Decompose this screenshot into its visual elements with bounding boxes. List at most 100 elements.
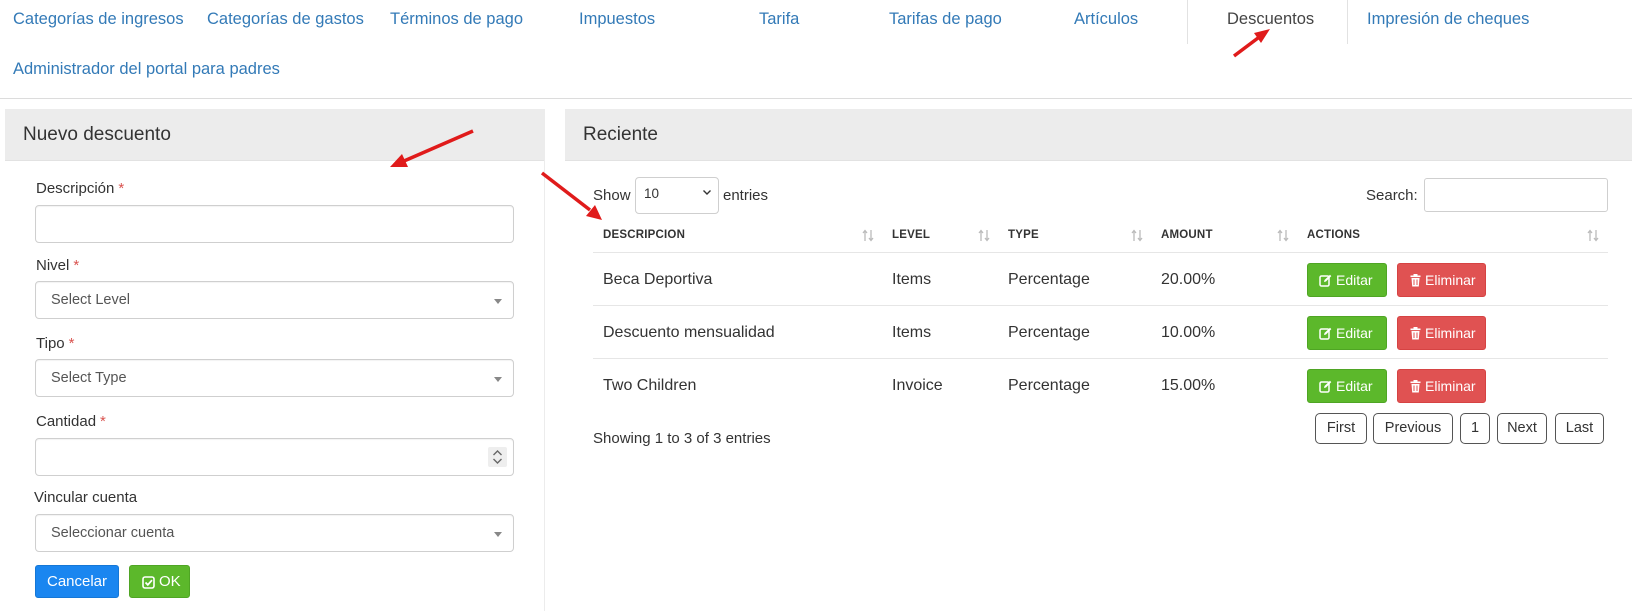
delete-button[interactable]: Eliminar xyxy=(1397,316,1486,350)
column-header-actions[interactable]: ACTIONS xyxy=(1307,229,1360,241)
sort-icon[interactable] xyxy=(1131,229,1143,242)
account-select-value: Seleccionar cuenta xyxy=(51,525,175,541)
trash-icon xyxy=(1410,380,1421,393)
type-label-text: Tipo xyxy=(36,335,65,352)
edit-icon xyxy=(1319,274,1332,287)
cell-amount: 10.00% xyxy=(1161,324,1216,341)
search-input[interactable] xyxy=(1424,178,1608,212)
tab-terminos-pago[interactable]: Términos de pago xyxy=(390,10,523,29)
edit-label: Editar xyxy=(1336,378,1373,394)
type-select-value: Select Type xyxy=(51,370,127,386)
sort-icon[interactable] xyxy=(978,229,990,242)
amount-input[interactable] xyxy=(35,438,514,476)
pagination-page-1[interactable]: 1 xyxy=(1460,413,1490,444)
cell-descripcion: Descuento mensualidad xyxy=(603,324,775,341)
cell-amount: 20.00% xyxy=(1161,271,1216,288)
entries-length-select[interactable]: 10 xyxy=(635,177,719,214)
search-label: Search: xyxy=(1366,187,1418,204)
recent-title: Reciente xyxy=(565,109,1632,161)
trash-icon xyxy=(1410,327,1421,340)
amount-label-text: Cantidad xyxy=(36,413,97,430)
cell-type: Percentage xyxy=(1008,377,1090,394)
required-mark: * xyxy=(73,257,80,274)
trash-icon xyxy=(1410,274,1421,287)
level-label-text: Nivel xyxy=(36,257,70,274)
cell-descripcion: Beca Deportiva xyxy=(603,271,713,288)
edit-button[interactable]: Editar xyxy=(1307,369,1387,403)
new-discount-title: Nuevo descuento xyxy=(5,109,544,161)
entries-length-value: 10 xyxy=(644,186,660,201)
cell-level: Invoice xyxy=(892,377,943,394)
required-mark: * xyxy=(68,335,75,352)
cell-descripcion: Two Children xyxy=(603,377,697,394)
caret-down-icon xyxy=(494,377,502,382)
delete-label: Eliminar xyxy=(1425,272,1476,288)
tab-impuestos[interactable]: Impuestos xyxy=(579,10,655,29)
tab-tarifas-pago[interactable]: Tarifas de pago xyxy=(889,10,1002,29)
tab-articulos[interactable]: Artículos xyxy=(1074,10,1138,29)
ok-label: OK xyxy=(159,573,181,590)
tab-descuentos[interactable]: Descuentos xyxy=(1227,10,1314,29)
tab-impresion-cheques[interactable]: Impresión de cheques xyxy=(1367,10,1529,29)
table-divider xyxy=(593,305,1608,306)
description-input[interactable] xyxy=(35,205,514,243)
cell-type: Percentage xyxy=(1008,271,1090,288)
level-select-value: Select Level xyxy=(51,292,130,308)
caret-down-icon xyxy=(494,532,502,537)
level-select[interactable]: Select Level xyxy=(35,281,514,319)
amount-label: Cantidad * xyxy=(36,413,106,430)
delete-button[interactable]: Eliminar xyxy=(1397,263,1486,297)
cell-amount: 15.00% xyxy=(1161,377,1216,394)
cell-level: Items xyxy=(892,324,932,341)
required-mark: * xyxy=(100,413,106,430)
level-label: Nivel * xyxy=(36,257,79,274)
column-header-amount[interactable]: AMOUNT xyxy=(1161,229,1213,241)
edit-icon xyxy=(1319,327,1332,340)
entries-label: entries xyxy=(723,187,769,204)
edit-icon xyxy=(1319,380,1332,393)
cell-level: Items xyxy=(892,271,932,288)
sort-icon[interactable] xyxy=(1277,229,1289,242)
type-label: Tipo * xyxy=(36,335,74,352)
description-label-text: Descripción xyxy=(36,180,115,197)
cell-type: Percentage xyxy=(1008,324,1090,341)
pagination-next[interactable]: Next xyxy=(1497,413,1547,444)
column-header-type[interactable]: TYPE xyxy=(1008,229,1039,241)
pagination-first[interactable]: First xyxy=(1315,413,1367,444)
settings-tabs: Categorías de ingresos Categorías de gas… xyxy=(0,0,1632,99)
tab-divider xyxy=(1347,0,1348,44)
tab-divider xyxy=(1187,0,1188,44)
ok-button[interactable]: OK xyxy=(129,565,190,598)
pagination-last[interactable]: Last xyxy=(1555,413,1604,444)
caret-down-icon xyxy=(494,299,502,304)
account-label: Vincular cuenta xyxy=(34,489,138,506)
delete-label: Eliminar xyxy=(1425,325,1476,341)
pagination-previous[interactable]: Previous xyxy=(1373,413,1453,444)
table-divider xyxy=(593,358,1608,359)
tab-portal-padres[interactable]: Administrador del portal para padres xyxy=(13,60,280,79)
check-square-icon xyxy=(142,576,155,589)
show-label: Show xyxy=(593,187,631,204)
required-mark: * xyxy=(118,180,125,197)
column-header-descripcion[interactable]: DESCRIPCION xyxy=(603,229,685,241)
edit-label: Editar xyxy=(1336,325,1373,341)
tab-tarifa[interactable]: Tarifa xyxy=(759,10,799,29)
account-select[interactable]: Seleccionar cuenta xyxy=(35,514,514,552)
chevron-down-icon xyxy=(703,190,711,195)
table-info: Showing 1 to 3 of 3 entries xyxy=(593,430,771,447)
cancel-button[interactable]: Cancelar xyxy=(35,565,119,598)
tab-categorias-gastos[interactable]: Categorías de gastos xyxy=(207,10,364,29)
table-divider xyxy=(593,252,1608,253)
description-label: Descripción * xyxy=(36,180,124,197)
edit-label: Editar xyxy=(1336,272,1373,288)
number-spinner-icon[interactable] xyxy=(488,447,507,467)
column-header-level[interactable]: LEVEL xyxy=(892,229,930,241)
edit-button[interactable]: Editar xyxy=(1307,263,1387,297)
delete-label: Eliminar xyxy=(1425,378,1476,394)
delete-button[interactable]: Eliminar xyxy=(1397,369,1486,403)
type-select[interactable]: Select Type xyxy=(35,359,514,397)
sort-icon[interactable] xyxy=(1587,229,1599,242)
edit-button[interactable]: Editar xyxy=(1307,316,1387,350)
sort-icon[interactable] xyxy=(862,229,874,242)
tab-categorias-ingresos[interactable]: Categorías de ingresos xyxy=(13,10,184,29)
